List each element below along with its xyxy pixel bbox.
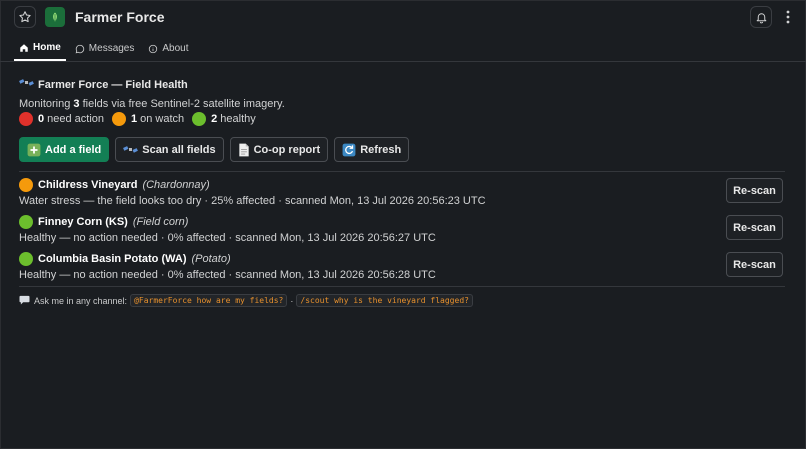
tab-home-label: Home: [33, 42, 61, 53]
green-circle-icon: [19, 215, 33, 229]
co-op-report-button[interactable]: Co-op report: [229, 137, 329, 162]
field-status: Water stress — the field looks too dry ·…: [19, 195, 486, 207]
field-status: Healthy — no action needed · 0% affected…: [19, 269, 436, 281]
monitoring-summary: Monitoring 3 fields via free Sentinel-2 …: [19, 98, 285, 110]
red-circle-icon: [19, 112, 33, 126]
notifications-button[interactable]: [750, 6, 772, 28]
tab-messages[interactable]: Messages: [70, 36, 140, 61]
field-row-finney-corn: Finney Corn (KS) (Field corn) Healthy — …: [19, 215, 785, 249]
tab-home[interactable]: Home: [14, 36, 66, 61]
refresh-button[interactable]: Refresh: [334, 137, 410, 162]
star-icon: [19, 11, 31, 23]
satellite-icon: [123, 144, 139, 156]
orange-circle-icon: [112, 112, 127, 126]
status-healthy: 2 healthy: [192, 112, 256, 126]
info-icon: [148, 44, 158, 54]
document-icon: [238, 143, 250, 157]
status-summary: 0 need action 1 on watch 2 healthy: [19, 112, 264, 126]
field-title: Childress Vineyard (Chardonnay): [19, 178, 210, 192]
tab-about[interactable]: About: [143, 36, 193, 61]
field-crop: (Potato): [191, 253, 231, 265]
tab-messages-label: Messages: [88, 43, 135, 54]
green-circle-icon: [19, 252, 33, 266]
channel-hint: Ask me in any channel: @FarmerForce how …: [19, 294, 476, 307]
satellite-icon: [19, 77, 34, 92]
field-title: Finney Corn (KS) (Field corn): [19, 215, 188, 229]
divider: [19, 286, 785, 287]
rescan-button[interactable]: Re-scan: [726, 178, 783, 203]
field-name: Columbia Basin Potato (WA): [38, 253, 187, 265]
field-status: Healthy — no action needed · 0% affected…: [19, 232, 436, 244]
star-button[interactable]: [14, 6, 36, 28]
field-name: Childress Vineyard: [38, 179, 138, 191]
rescan-button[interactable]: Re-scan: [726, 252, 783, 277]
tab-about-label: About: [162, 43, 189, 54]
field-title: Columbia Basin Potato (WA) (Potato): [19, 252, 231, 266]
example-command-mention: @FarmerForce how are my fields?: [130, 294, 288, 307]
home-icon: [19, 43, 29, 53]
tab-bar: Home Messages About: [0, 36, 806, 62]
green-circle-icon: [192, 112, 207, 126]
example-command-scout: /scout why is the vineyard flagged?: [296, 294, 473, 307]
orange-circle-icon: [19, 178, 33, 192]
action-bar: Add a field Scan all fields Co-op report…: [19, 137, 415, 162]
bell-icon: [756, 12, 766, 23]
field-name: Finney Corn (KS): [38, 216, 128, 228]
status-on-watch: 1 on watch: [112, 112, 184, 126]
chat-bubble-icon: [75, 44, 85, 54]
divider: [19, 171, 785, 172]
scan-all-fields-button[interactable]: Scan all fields: [115, 137, 224, 162]
more-options-button[interactable]: [780, 6, 796, 28]
app-logo: [45, 7, 65, 27]
page-title: Farmer Force — Field Health: [19, 77, 188, 92]
add-field-button[interactable]: Add a field: [19, 137, 110, 162]
status-need-action: 0 need action: [19, 112, 104, 126]
leaf-icon: [53, 12, 57, 22]
plus-icon: [27, 143, 41, 157]
rescan-button[interactable]: Re-scan: [726, 215, 783, 240]
speech-bubble-icon: [19, 295, 30, 307]
header: Farmer Force: [0, 0, 806, 34]
field-row-childress-vineyard: Childress Vineyard (Chardonnay) Water st…: [19, 178, 785, 212]
refresh-icon: [342, 143, 356, 157]
field-crop: (Field corn): [132, 216, 189, 228]
more-vertical-icon: [786, 10, 790, 24]
field-crop: (Chardonnay): [142, 179, 210, 191]
app-title: Farmer Force: [75, 9, 165, 25]
field-row-columbia-basin-potato: Columbia Basin Potato (WA) (Potato) Heal…: [19, 252, 785, 286]
